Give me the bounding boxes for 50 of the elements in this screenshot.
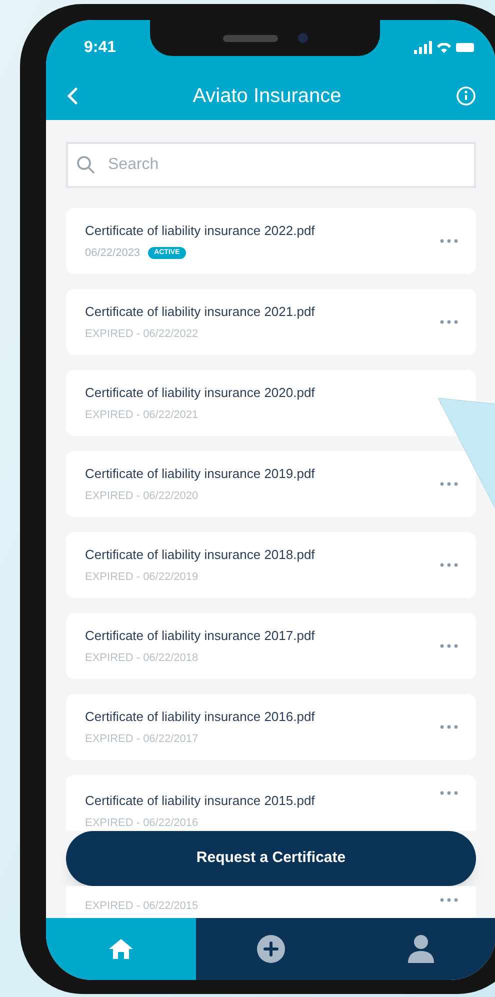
document-title: Certificate of liability insurance 2021.pdf [85, 303, 315, 321]
document-card[interactable]: Certificate of liability insurance 2015.pdf EXPIRED - 06/22/2016 [66, 775, 476, 831]
signal-icon [414, 41, 432, 54]
document-title: Certificate of liability insurance 2019.pdf [85, 465, 315, 483]
search-field[interactable]: Search [66, 142, 476, 188]
more-options-icon[interactable] [440, 320, 458, 324]
battery-icon [456, 43, 474, 52]
more-options-icon[interactable] [440, 644, 458, 648]
document-title: Certificate of liability insurance 2017.pdf [85, 627, 315, 645]
nav-tab[interactable] [46, 918, 196, 980]
more-options-icon[interactable] [440, 725, 458, 729]
document-date: EXPIRED - 06/22/2022 [85, 326, 198, 342]
home-icon [108, 938, 134, 960]
wifi-icon [437, 42, 451, 52]
request-certificate-button[interactable]: Request a Certificate [66, 831, 476, 886]
document-title: Certificate of liability insurance 2016.pdf [85, 708, 315, 726]
camera-lens [298, 33, 308, 43]
document-date: EXPIRED - 06/22/2019 [85, 570, 198, 584]
document-card[interactable]: Certificate of liability insurance 2017.pdf EXPIRED - 06/22/2018 [66, 613, 476, 679]
document-date: 06/22/2023 [85, 246, 140, 260]
more-options-icon[interactable] [440, 563, 458, 567]
document-date: EXPIRED - 06/22/2021 [85, 408, 198, 422]
document-date: EXPIRED - 06/22/2015 [85, 899, 198, 914]
document-card[interactable]: Certificate of liability insurance 2020.pdf EXPIRED - 06/22/2021 [66, 370, 476, 436]
document-card[interactable]: Certificate of liability insurance 2016.pdf EXPIRED - 06/22/2017 [66, 694, 476, 760]
document-date: EXPIRED - 06/22/2018 [85, 650, 198, 666]
more-options-icon[interactable] [440, 239, 458, 243]
document-card[interactable]: Certificate of liability insurance 2021.pdf EXPIRED - 06/22/2022 [66, 289, 476, 355]
nav-tab[interactable] [346, 918, 495, 980]
document-card[interactable]: Certificate of liability insurance 2018.pdf EXPIRED - 06/22/2019 [66, 532, 476, 598]
screen-title: Aviato Insurance [192, 84, 342, 108]
plus-circle-icon [256, 934, 286, 964]
document-title: Certificate of liability insurance 2018.pdf [85, 546, 315, 564]
status-time: 9:41 [84, 38, 116, 58]
document-date: EXPIRED - 06/22/2020 [85, 488, 198, 504]
nav-tab[interactable] [196, 918, 346, 980]
more-options-icon[interactable] [440, 898, 458, 902]
back-chevron-icon[interactable] [66, 86, 78, 104]
document-title: Certificate of liability insurance 2015.pdf [85, 792, 315, 810]
document-date: EXPIRED - 06/22/2016 [85, 816, 198, 830]
info-icon[interactable] [456, 86, 476, 106]
document-date: EXPIRED - 06/22/2017 [85, 732, 198, 746]
document-title: Certificate of liability insurance 2022.pdf [85, 222, 315, 240]
user-icon [407, 934, 435, 964]
more-options-icon[interactable] [440, 791, 458, 795]
document-title: Certificate of liability insurance 2020.pdf [85, 384, 315, 402]
document-card[interactable]: Certificate of liability insurance 2019.pdf EXPIRED - 06/22/2020 [66, 451, 476, 517]
search-icon [76, 155, 96, 175]
more-options-icon[interactable] [440, 482, 458, 486]
speaker-grille [222, 34, 278, 42]
